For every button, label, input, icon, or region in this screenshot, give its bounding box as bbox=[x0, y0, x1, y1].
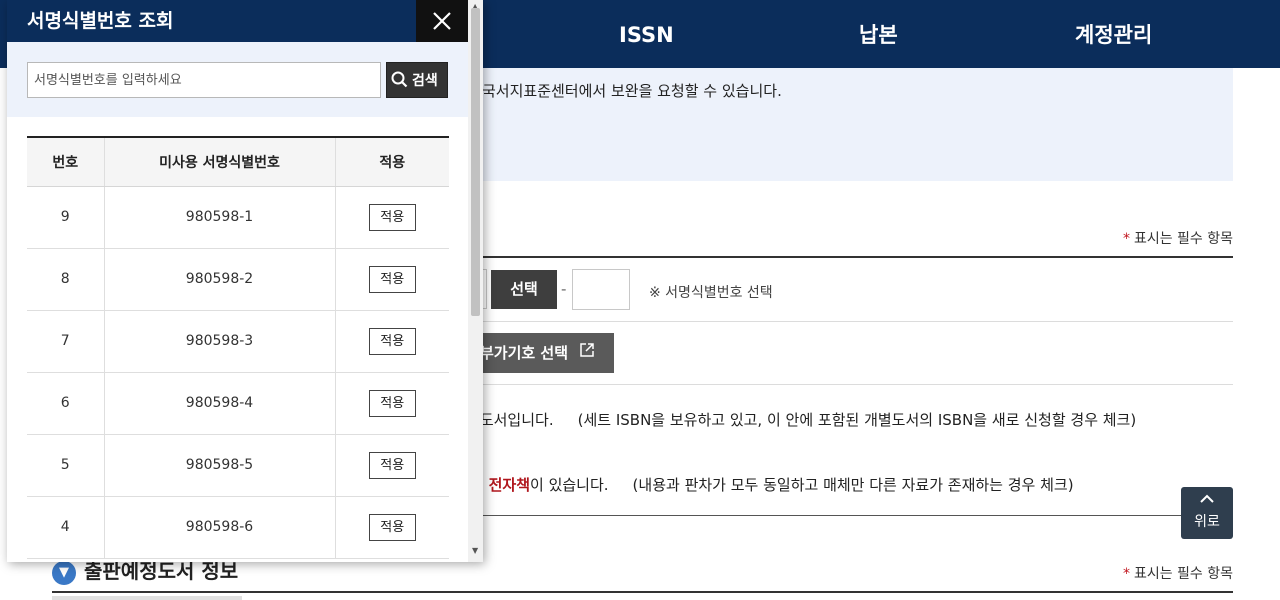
required-note-text: 표시는 필수 항목 bbox=[1133, 231, 1233, 247]
title-id-lookup-modal: 서명식별번호 조회 검색 번호 미사용 서명식별번호 적용 9 980598-1… bbox=[7, 0, 483, 562]
required-note: * 표시는 필수 항목 bbox=[1123, 228, 1233, 248]
set-book-note: (세트 ISBN을 보유하고 있고, 이 안에 포함된 개별도서의 ISBN을 … bbox=[577, 411, 1137, 429]
required-star: * bbox=[1122, 566, 1130, 582]
apply-button[interactable]: 적용 bbox=[368, 327, 416, 355]
apply-button[interactable]: 적용 bbox=[368, 513, 416, 541]
table-row: 7 980598-3 적용 bbox=[27, 310, 449, 373]
scroll-down-arrow-icon[interactable]: ▼ bbox=[472, 546, 478, 555]
form-top-border bbox=[470, 256, 1233, 258]
header-unused-id: 미사용 서명식별번호 bbox=[103, 137, 335, 187]
header-apply: 적용 bbox=[334, 137, 449, 187]
addon-code-button[interactable]: 부가기호 선택 bbox=[470, 333, 614, 373]
search-button[interactable]: 검색 bbox=[386, 62, 448, 98]
required-note-text: 표시는 필수 항목 bbox=[1133, 566, 1233, 582]
external-link-icon bbox=[579, 333, 595, 373]
table-row: 6 980598-4 적용 bbox=[27, 372, 449, 435]
ebook-highlight: 전자책 bbox=[488, 476, 530, 494]
search-input[interactable] bbox=[27, 62, 381, 98]
search-icon bbox=[391, 71, 408, 88]
row-number: 8 bbox=[27, 248, 104, 311]
apply-button[interactable]: 적용 bbox=[368, 389, 416, 417]
table-row: 8 980598-2 적용 bbox=[27, 248, 449, 311]
unused-id-table: 번호 미사용 서명식별번호 적용 9 980598-1 적용 8 980598-… bbox=[27, 136, 449, 559]
row-number: 5 bbox=[27, 434, 104, 497]
nav-item-account[interactable]: 계정관리 bbox=[1075, 0, 1152, 68]
row-number: 9 bbox=[27, 186, 104, 249]
table-row: 4 980598-6 적용 bbox=[27, 496, 449, 559]
row-number: 7 bbox=[27, 310, 104, 373]
row-code: 980598-6 bbox=[103, 496, 335, 559]
row-number: 6 bbox=[27, 372, 104, 435]
row-number: 4 bbox=[27, 496, 104, 559]
divider bbox=[470, 321, 1233, 322]
ebook-line: 의 전자책이 있습니다.(내용과 판차가 모두 동일하고 매체만 다른 자료가 … bbox=[470, 474, 1074, 495]
apply-button[interactable]: 적용 bbox=[368, 203, 416, 231]
ebook-note: (내용과 판차가 모두 동일하고 매체만 다른 자료가 존재하는 경우 체크) bbox=[632, 476, 1074, 494]
title-id-input[interactable] bbox=[572, 269, 630, 310]
ebook-text: 이 있습니다. bbox=[530, 476, 609, 494]
row-code: 980598-4 bbox=[103, 372, 335, 435]
scrollbar-thumb[interactable] bbox=[471, 8, 480, 316]
close-button[interactable] bbox=[416, 0, 468, 42]
notice-text: 국서지표준센터에서 보완을 요청할 수 있습니다. bbox=[482, 82, 782, 100]
header-number: 번호 bbox=[27, 137, 104, 187]
separator-dash: - bbox=[561, 280, 567, 298]
required-note: * 표시는 필수 항목 bbox=[1123, 563, 1233, 583]
nav-item-issn[interactable]: ISSN bbox=[619, 0, 674, 68]
divider bbox=[470, 384, 1233, 385]
modal-scrollbar[interactable]: ▲ ▼ bbox=[468, 0, 483, 562]
section-divider bbox=[470, 515, 1233, 516]
table-row: 5 980598-5 적용 bbox=[27, 434, 449, 497]
close-icon bbox=[433, 12, 451, 30]
collapse-arrow-icon[interactable]: ▼ bbox=[52, 561, 76, 585]
row-code: 980598-3 bbox=[103, 310, 335, 373]
modal-title: 서명식별번호 조회 bbox=[27, 10, 174, 32]
select-publisher-button[interactable]: 선택 bbox=[491, 270, 557, 309]
chevron-up-icon bbox=[1181, 493, 1233, 507]
nav-item-legal-deposit[interactable]: 납본 bbox=[859, 0, 898, 68]
table-header-row: 번호 미사용 서명식별번호 적용 bbox=[27, 137, 449, 187]
row-code: 980598-2 bbox=[103, 248, 335, 311]
tab-bar bbox=[52, 596, 242, 600]
scroll-to-top-button[interactable]: 위로 bbox=[1181, 487, 1233, 539]
title-id-hint: ※ 서명식별번호 선택 bbox=[649, 285, 773, 301]
apply-button[interactable]: 적용 bbox=[368, 451, 416, 479]
modal-header: 서명식별번호 조회 bbox=[7, 0, 468, 42]
table-row: 9 980598-1 적용 bbox=[27, 186, 449, 249]
row-code: 980598-5 bbox=[103, 434, 335, 497]
row-code: 980598-1 bbox=[103, 186, 335, 249]
required-star: * bbox=[1122, 231, 1130, 247]
scroll-to-top-label: 위로 bbox=[1194, 514, 1220, 530]
set-book-text: 도서입니다. bbox=[479, 411, 554, 429]
section-border bbox=[52, 591, 1233, 593]
section-title-text: 출판예정도서 정보 bbox=[84, 559, 239, 583]
set-book-line: : 도서입니다.(세트 ISBN을 보유하고 있고, 이 안에 포함된 개별도서… bbox=[470, 409, 1136, 430]
apply-button[interactable]: 적용 bbox=[368, 265, 416, 293]
search-area: 검색 bbox=[7, 42, 468, 117]
search-button-label: 검색 bbox=[412, 73, 438, 89]
notice-box: 국서지표준센터에서 보완을 요청할 수 있습니다. bbox=[470, 68, 1233, 181]
addon-code-label: 부가기호 선택 bbox=[480, 344, 569, 362]
